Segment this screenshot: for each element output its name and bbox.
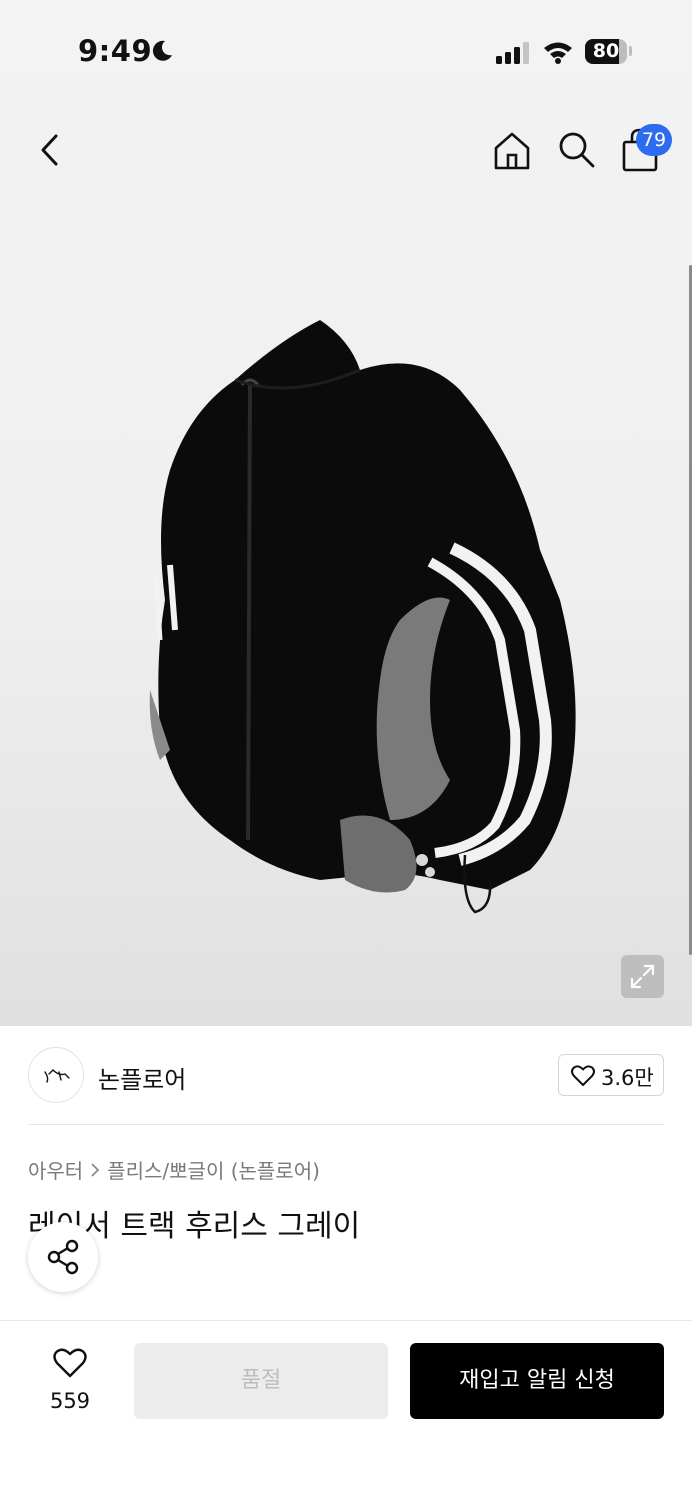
wishlist-count: 559 (49, 1389, 91, 1413)
back-button[interactable] (30, 128, 70, 172)
moon-icon (152, 40, 172, 61)
brand-logo[interactable] (28, 1047, 84, 1103)
chevron-right-icon (91, 1163, 100, 1177)
breadcrumb-item-outer[interactable]: 아우터 (28, 1159, 83, 1183)
breadcrumb-item-fleece[interactable]: 플리스/뽀글이 (논플로어) (107, 1159, 320, 1183)
share-icon (47, 1239, 79, 1275)
chevron-left-icon (41, 134, 58, 166)
battery-level: 80 (592, 40, 620, 62)
wifi-icon (544, 42, 572, 64)
product-detail-screen: 9:49 80 79 논플로어 3.6만 아우터 플리스/뽀글이 (논플로어) … (0, 0, 692, 1500)
expand-icon (630, 964, 655, 989)
bottom-action-bar: 559 품절 재입고 알림 신청 (0, 1320, 692, 1500)
search-button[interactable] (555, 128, 599, 172)
brand-row[interactable]: 논플로어 3.6만 (0, 1026, 692, 1126)
restock-alert-button[interactable]: 재입고 알림 신청 (410, 1343, 664, 1419)
brand-like-count: 3.6만 (601, 1066, 654, 1090)
brand-like-button[interactable]: 3.6만 (558, 1054, 664, 1096)
heart-icon (53, 1348, 87, 1378)
home-button[interactable] (490, 128, 534, 172)
heart-icon (571, 1065, 595, 1086)
soldout-button: 품절 (134, 1343, 388, 1419)
brand-name[interactable]: 논플로어 (98, 1060, 186, 1095)
divider (28, 1124, 664, 1125)
share-button[interactable] (28, 1222, 98, 1292)
product-image[interactable] (130, 300, 590, 920)
status-time: 9:49 (78, 34, 153, 68)
brand-logo-icon (44, 1069, 70, 1083)
battery-icon: 80 (585, 39, 627, 64)
battery-cap (629, 46, 632, 56)
breadcrumb: 아우터 플리스/뽀글이 (논플로어) (28, 1155, 320, 1184)
wishlist-button[interactable]: 559 (30, 1343, 110, 1431)
expand-image-button[interactable] (621, 955, 664, 998)
cart-count-badge: 79 (636, 124, 672, 156)
home-icon (494, 132, 530, 170)
signal-icon (496, 42, 529, 64)
search-icon (559, 132, 595, 168)
